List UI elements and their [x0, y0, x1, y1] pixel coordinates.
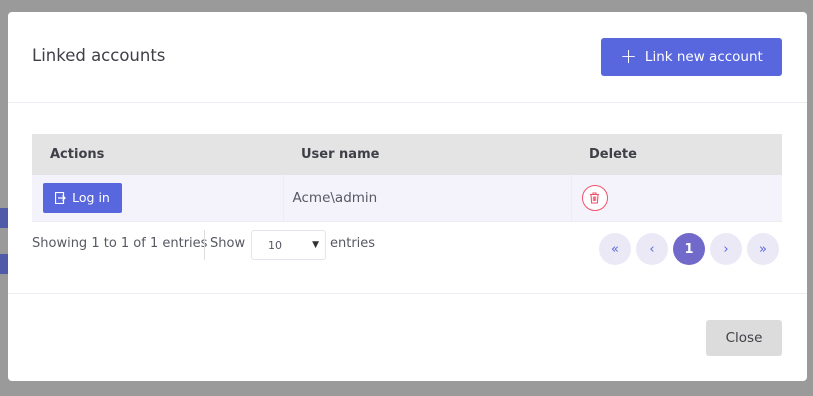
- modal-header: Linked accounts + Link new account: [8, 12, 807, 103]
- plus-icon: +: [620, 43, 637, 68]
- delete-cell: [570, 175, 782, 221]
- trash-icon: [590, 192, 599, 204]
- current-page-button[interactable]: 1: [673, 233, 705, 265]
- table-header-row: Actions User name Delete: [32, 134, 782, 175]
- page-size-value: 10: [268, 238, 282, 252]
- accounts-table: Actions User name Delete Log in Acme\adm…: [32, 134, 782, 222]
- accounts-table-wrapper: Actions User name Delete Log in Acme\adm…: [32, 134, 782, 222]
- backdrop-gear-icon: [0, 254, 8, 274]
- user-name-cell: Acme\admin: [282, 175, 571, 221]
- page-size-select[interactable]: 10 ▼: [251, 230, 326, 260]
- chevron-down-icon: ▼: [312, 240, 319, 250]
- modal-footer: Close: [8, 293, 807, 381]
- log-in-label: Log in: [72, 190, 110, 206]
- close-button[interactable]: Close: [706, 320, 782, 356]
- modal-title: Linked accounts: [32, 46, 166, 65]
- actions-cell: Log in: [32, 175, 283, 221]
- show-label: Show: [210, 236, 246, 251]
- table-row: Log in Acme\admin: [32, 175, 782, 221]
- entries-label: entries: [330, 236, 376, 251]
- next-page-button[interactable]: ›: [710, 233, 742, 265]
- delete-button[interactable]: [581, 184, 608, 211]
- column-header-user-name[interactable]: User name: [283, 134, 571, 175]
- first-page-button[interactable]: «: [599, 233, 631, 265]
- column-header-actions[interactable]: Actions: [32, 134, 283, 175]
- table-footer: Showing 1 to 1 of 1 entries Show 10 ▼ en…: [32, 230, 782, 266]
- divider: [204, 230, 205, 260]
- link-new-account-button[interactable]: + Link new account: [601, 38, 782, 76]
- last-page-button[interactable]: »: [747, 233, 779, 265]
- backdrop-gear-icon: [0, 208, 8, 228]
- log-in-button[interactable]: Log in: [43, 182, 122, 213]
- column-header-delete[interactable]: Delete: [571, 134, 782, 175]
- linked-accounts-modal: Linked accounts + Link new account Actio…: [8, 12, 807, 381]
- pagination: « ‹ 1 › »: [599, 233, 779, 265]
- previous-page-button[interactable]: ‹: [636, 233, 668, 265]
- link-new-account-label: Link new account: [644, 49, 763, 65]
- entries-info: Showing 1 to 1 of 1 entries: [32, 236, 208, 251]
- login-icon: [55, 191, 66, 204]
